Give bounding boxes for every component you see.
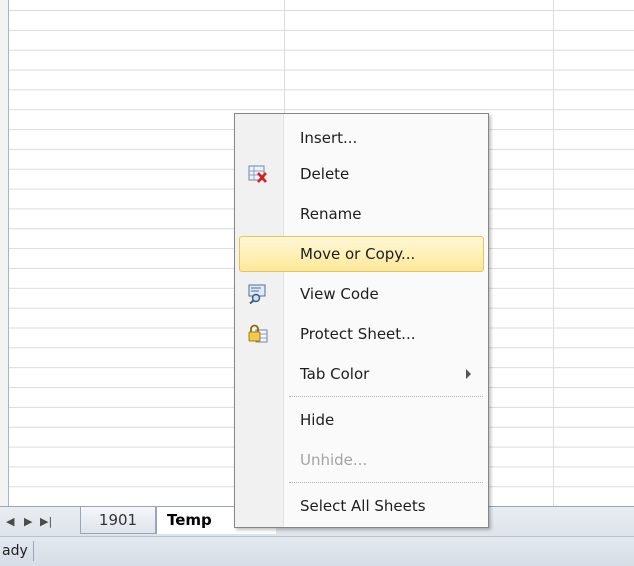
menu-item-select-all-sheets[interactable]: Select All Sheets — [239, 488, 484, 524]
menu-item-move-or-copy[interactable]: Move or Copy... — [239, 236, 484, 272]
row-header-strip — [0, 0, 9, 506]
menu-separator — [289, 482, 483, 483]
menu-item-delete[interactable]: Delete — [239, 156, 484, 192]
menu-item-label: Protect Sheet... — [300, 325, 416, 343]
menu-item-insert[interactable]: Insert... — [239, 120, 484, 156]
menu-item-tab-color[interactable]: Tab Color — [239, 356, 484, 392]
menu-item-label: Unhide... — [300, 451, 368, 469]
menu-item-label: Move or Copy... — [300, 245, 416, 263]
sheet-tab-context-menu: Insert... Delete Rename Move or Copy... … — [234, 113, 489, 528]
menu-item-view-code[interactable]: View Code — [239, 276, 484, 312]
sheet-tab-label: Temp — [167, 511, 212, 529]
column-gridline — [553, 0, 554, 506]
menu-item-label: Hide — [300, 411, 335, 429]
protect-sheet-icon — [248, 324, 268, 343]
submenu-arrow-icon — [466, 369, 471, 379]
menu-item-unhide: Unhide... — [239, 442, 484, 478]
menu-separator — [289, 396, 483, 397]
scroll-tab-right-icon[interactable]: ▶ — [24, 516, 32, 528]
menu-item-label: View Code — [300, 285, 379, 303]
delete-sheet-icon — [248, 165, 267, 183]
status-text: ady — [2, 543, 28, 559]
menu-item-label: Tab Color — [300, 365, 370, 383]
menu-item-hide[interactable]: Hide — [239, 402, 484, 438]
view-code-icon — [248, 284, 266, 304]
scroll-tab-last-icon[interactable]: ▶| — [40, 516, 52, 528]
sheet-tab-1901[interactable]: 1901 — [80, 507, 156, 534]
menu-item-protect-sheet[interactable]: Protect Sheet... — [239, 316, 484, 352]
menu-item-label: Insert... — [300, 129, 358, 147]
sheet-tab-label: 1901 — [98, 511, 138, 529]
scroll-tab-left-icon[interactable]: ◀ — [6, 516, 14, 528]
status-bar: ady — [0, 536, 634, 566]
menu-item-rename[interactable]: Rename — [239, 196, 484, 232]
menu-item-label: Rename — [300, 205, 362, 223]
menu-item-label: Select All Sheets — [300, 497, 426, 515]
menu-item-label: Delete — [300, 165, 350, 183]
status-divider — [33, 541, 34, 561]
